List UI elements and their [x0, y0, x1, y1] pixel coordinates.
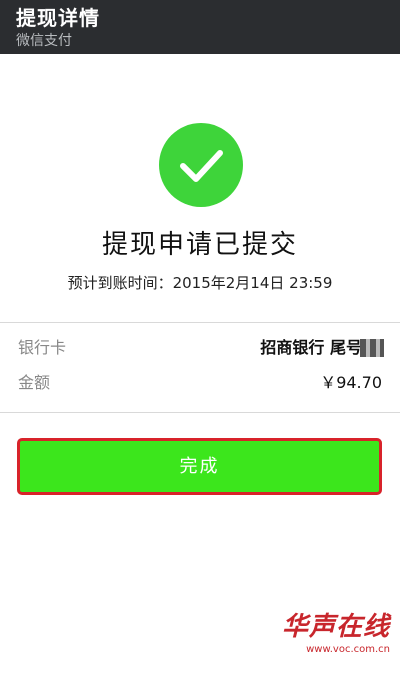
app-header: 提现详情 微信支付: [0, 0, 400, 54]
watermark-url: www.voc.com.cn: [306, 644, 390, 655]
amount-label: 金额: [18, 373, 51, 392]
bank-card-value: 招商银行 尾号: [260, 338, 362, 357]
amount-value: ￥94.70: [320, 373, 382, 392]
status-title: 提现申请已提交: [101, 230, 298, 260]
done-button[interactable]: 完成: [17, 438, 382, 495]
bank-card-label: 银行卡: [18, 338, 67, 357]
page-subtitle: 微信支付: [16, 33, 72, 49]
check-icon: [159, 123, 243, 207]
amount-row: 金额 ￥94.70: [0, 368, 400, 398]
divider: [0, 322, 400, 323]
arrival-time: 预计到账时间：2015年2月14日 23:59: [67, 274, 333, 292]
watermark-brand: 华声在线: [281, 612, 390, 642]
masked-card-number: [360, 339, 384, 357]
watermark-logo: 华声在线 www.voc.com.cn: [265, 612, 390, 656]
bank-card-row: 银行卡 招商银行 尾号: [0, 333, 400, 363]
divider: [0, 412, 400, 413]
page-title: 提现详情: [16, 6, 100, 30]
